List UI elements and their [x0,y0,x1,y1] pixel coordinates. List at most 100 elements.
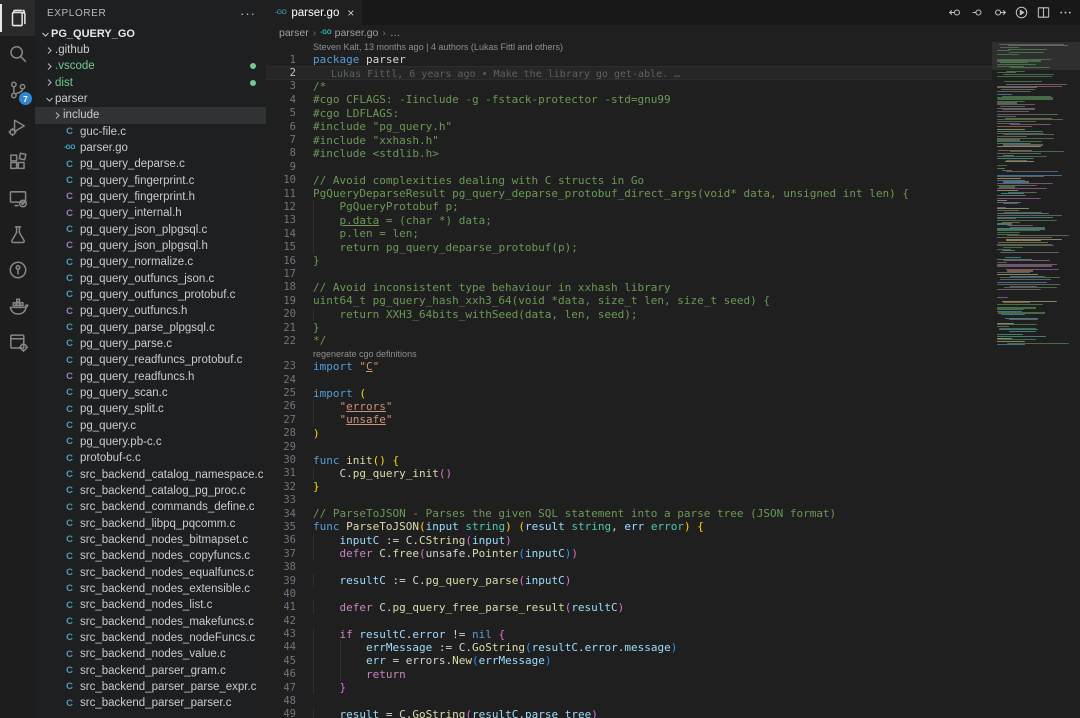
tab-parser-go[interactable]: GO parser.go × [266,0,362,25]
tree-file-pg-query-parse-c[interactable]: Cpg_query_parse.c [35,336,266,352]
tree-file-src-backend-commands-define-c[interactable]: Csrc_backend_commands_define.c [35,499,266,515]
tree-file-src-backend-parser-gram-c[interactable]: Csrc_backend_parser_gram.c [35,662,266,678]
workspace-settings-icon[interactable] [0,324,35,360]
line-number: 48 [266,695,296,707]
c-file-icon: C [63,552,76,562]
line-number: 27 [266,414,296,426]
line-number: 49 [266,708,296,718]
explorer-icon[interactable] [0,0,35,36]
tree-file-pg-query-deparse-c[interactable]: Cpg_query_deparse.c [35,156,266,172]
tree-file-pg-query-readfuncs-h[interactable]: Cpg_query_readfuncs.h [35,369,266,385]
minimap-line [997,237,1052,238]
tree-file-src-backend-nodes-extensible-c[interactable]: Csrc_backend_nodes_extensible.c [35,581,266,597]
minimap[interactable] [992,42,1080,350]
tree-file-pg-query-fingerprint-c[interactable]: Cpg_query_fingerprint.c [35,173,266,189]
tree-file-src-backend-libpq-pqcomm-c[interactable]: Csrc_backend_libpq_pqcomm.c [35,516,266,532]
next-change-icon[interactable] [990,4,1008,22]
tree-file-src-backend-nodes-nodefuncs-c[interactable]: Csrc_backend_nodes_nodeFuncs.c [35,630,266,646]
extensions-icon[interactable] [0,144,35,180]
tree-folder--vscode[interactable]: .vscode [35,58,266,74]
open-change-icon[interactable] [968,4,986,22]
tree-file-pg-query-normalize-c[interactable]: Cpg_query_normalize.c [35,254,266,270]
tree-item-label: src_backend_nodes_nodeFuncs.c [80,632,255,644]
tree-file-pg-query-c[interactable]: Cpg_query.c [35,418,266,434]
breadcrumb: parser›GOparser.go›… [266,25,1080,41]
c-file-icon: C [63,421,76,431]
tree-file-src-backend-nodes-makefuncs-c[interactable]: Csrc_backend_nodes_makefuncs.c [35,613,266,629]
line-number: 40 [266,588,296,600]
tree-file-pg-query-internal-h[interactable]: Cpg_query_internal.h [35,205,266,221]
tree-item-label: src_backend_parser_parse_expr.c [80,681,256,693]
tree-file-pg-query-json-plpgsql-h[interactable]: Cpg_query_json_plpgsql.h [35,238,266,254]
tree-file-protobuf-c-c[interactable]: Cprotobuf-c.c [35,450,266,466]
c-file-icon: C [63,290,76,300]
tree-item-label: pg_query_internal.h [80,207,182,219]
search-icon[interactable] [0,36,35,72]
tree-folder--github[interactable]: .github [35,42,266,58]
breadcrumb-item[interactable]: … [390,27,401,39]
code-line-32: 32} [266,480,992,493]
tree-file-src-backend-parser-parse-expr-c[interactable]: Csrc_backend_parser_parse_expr.c [35,679,266,695]
tree-folder-dist[interactable]: dist [35,75,266,91]
c-file-icon: C [63,437,76,447]
c-file-icon: C [63,209,76,219]
tree-file-pg-query-fingerprint-h[interactable]: Cpg_query_fingerprint.h [35,189,266,205]
tree-file-src-backend-catalog-namespace-c[interactable]: Csrc_backend_catalog_namespace.c [35,467,266,483]
sidebar-more-actions-button[interactable]: ··· [240,6,256,21]
minimap-line [997,284,1060,285]
tree-item-label: src_backend_nodes_equalfuncs.c [80,567,254,579]
tree-folder-include[interactable]: include [35,107,266,123]
codelens-blame: Steven Kalt, 13 months ago | 4 authors (… [266,41,992,53]
code-line-29: 29 [266,440,992,453]
tree-file-pg-query-pb-c-c[interactable]: Cpg_query.pb-c.c [35,434,266,450]
tree-file-pg-query-outfuncs-json-c[interactable]: Cpg_query_outfuncs_json.c [35,271,266,287]
code-line-6: 6#include "pg_query.h" [266,120,992,133]
tree-folder-parser[interactable]: parser [35,91,266,107]
more-actions-icon[interactable] [1056,4,1074,22]
git-history-icon[interactable] [0,252,35,288]
code-line-35: 35func ParseToJSON(input string) (result… [266,520,992,533]
tree-file-pg-query-outfuncs-h[interactable]: Cpg_query_outfuncs.h [35,303,266,319]
tree-file-pg-query-parse-plpgsql-c[interactable]: Cpg_query_parse_plpgsql.c [35,320,266,336]
git-status-dot [250,80,256,86]
run-icon[interactable] [1012,4,1030,22]
code-line-26: 26 "errors" [266,400,992,413]
tree-file-src-backend-nodes-list-c[interactable]: Csrc_backend_nodes_list.c [35,597,266,613]
tree-file-src-backend-nodes-equalfuncs-c[interactable]: Csrc_backend_nodes_equalfuncs.c [35,565,266,581]
tree-file-guc-file-c[interactable]: Cguc-file.c [35,124,266,140]
source-control-icon[interactable]: 7 [0,72,35,108]
code-area[interactable]: Steven Kalt, 13 months ago | 4 authors (… [266,41,992,718]
tree-file-src-backend-parser-parser-c[interactable]: Csrc_backend_parser_parser.c [35,695,266,711]
tree-file-src-backend-nodes-value-c[interactable]: Csrc_backend_nodes_value.c [35,646,266,662]
breadcrumb-item[interactable]: GOparser.go [320,27,378,39]
chevron-right-icon [43,78,55,87]
tree-file-src-backend-catalog-pg-proc-c[interactable]: Csrc_backend_catalog_pg_proc.c [35,483,266,499]
tree-file-pg-query-readfuncs-protobuf-c[interactable]: Cpg_query_readfuncs_protobuf.c [35,352,266,368]
previous-change-icon[interactable] [946,4,964,22]
minimap-line [997,54,1019,55]
codelens-text[interactable]: Steven Kalt, 13 months ago | 4 authors (… [313,42,563,52]
tree-file-pg-query-json-plpgsql-c[interactable]: Cpg_query_json_plpgsql.c [35,222,266,238]
tree-file-pg-query-outfuncs-protobuf-c[interactable]: Cpg_query_outfuncs_protobuf.c [35,287,266,303]
tree-file-pg-query-split-c[interactable]: Cpg_query_split.c [35,401,266,417]
code-line-41: 41 defer C.pg_query_free_parse_result(re… [266,601,992,614]
run-debug-icon[interactable] [0,108,35,144]
close-tab-icon[interactable]: × [347,7,354,19]
vscode-window: 7 EXPLORER ··· PG_QUERY_GO .github.vscod… [0,0,1080,718]
tree-file-src-backend-nodes-copyfuncs-c[interactable]: Csrc_backend_nodes_copyfuncs.c [35,548,266,564]
line-number: 34 [266,508,296,520]
c-file-icon: C [63,339,76,349]
remote-explorer-icon[interactable] [0,180,35,216]
workspace-root-label: PG_QUERY_GO [51,28,135,40]
tree-file-parser-go[interactable]: GOparser.go [35,140,266,156]
breadcrumb-item[interactable]: parser [279,27,309,39]
codelens-text[interactable]: regenerate cgo definitions [313,349,417,359]
workspace-root-folder[interactable]: PG_QUERY_GO [35,26,266,42]
split-editor-icon[interactable] [1034,4,1052,22]
code-line-1: 1package parser [266,53,992,66]
tree-item-label: parser.go [80,142,128,154]
tree-file-pg-query-scan-c[interactable]: Cpg_query_scan.c [35,385,266,401]
testing-icon[interactable] [0,216,35,252]
docker-icon[interactable] [0,288,35,324]
tree-file-src-backend-nodes-bitmapset-c[interactable]: Csrc_backend_nodes_bitmapset.c [35,532,266,548]
